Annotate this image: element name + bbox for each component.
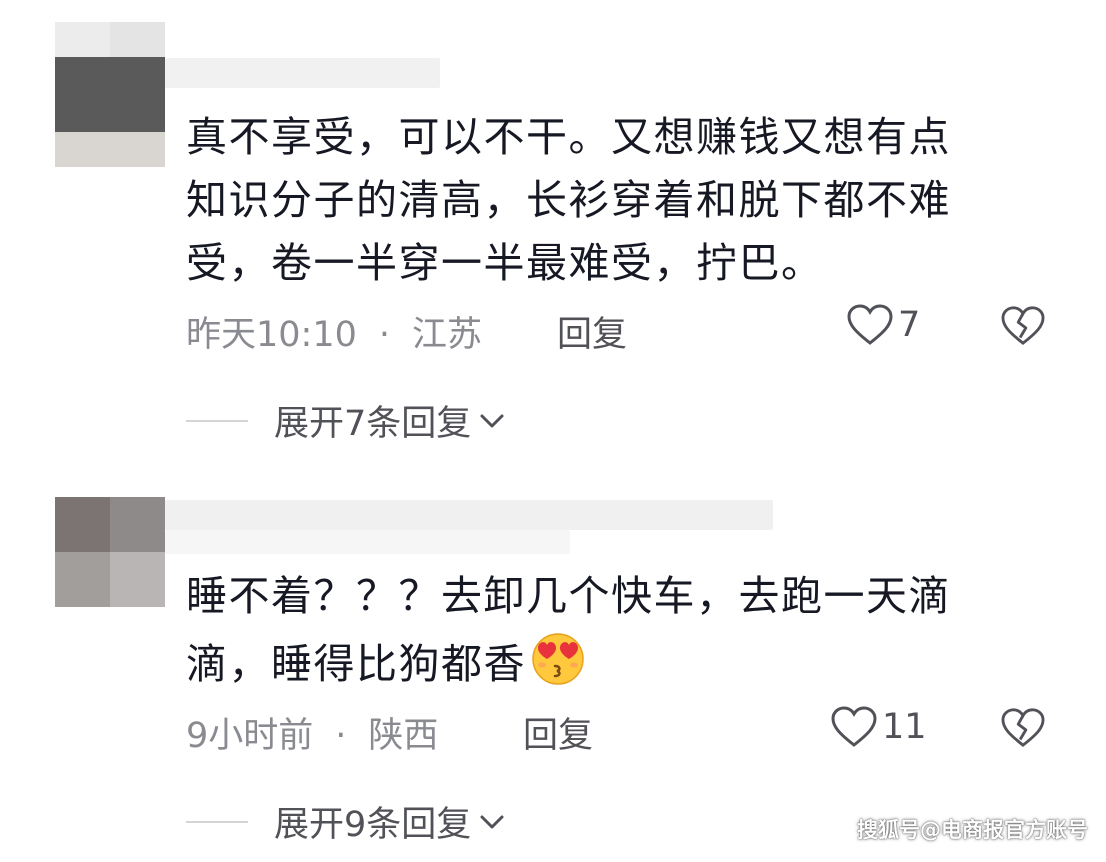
meta-separator: · <box>378 315 391 355</box>
chevron-down-icon <box>480 815 504 828</box>
watermark: 搜狐号@电商报官方账号 <box>857 818 1088 842</box>
like-button[interactable]: 7 <box>846 303 920 347</box>
divider-line <box>186 820 248 823</box>
dislike-button[interactable] <box>1000 305 1046 351</box>
comment-time: 昨天10:10 <box>186 315 357 355</box>
divider-line <box>186 419 248 422</box>
comment-location: 陕西 <box>368 716 439 756</box>
broken-heart-icon <box>1001 708 1045 748</box>
comment-meta: 昨天10:10 · 江苏 <box>186 306 482 357</box>
like-count: 11 <box>882 707 927 747</box>
like-count: 7 <box>898 305 921 345</box>
dislike-button[interactable] <box>1000 707 1046 753</box>
reply-button[interactable]: 回复 <box>523 707 593 758</box>
reply-button[interactable]: 回复 <box>557 306 627 357</box>
comment-time: 9小时前 <box>186 716 314 756</box>
like-button[interactable]: 11 <box>830 705 927 749</box>
broken-heart-icon <box>1001 306 1045 346</box>
avatar[interactable] <box>55 497 165 607</box>
username[interactable] <box>165 58 440 88</box>
comment-text: 睡不着？？？去卸几个快车，去跑一天滴 滴，睡得比狗都香 <box>186 572 951 688</box>
heart-outline-icon <box>831 706 877 747</box>
username[interactable] <box>165 500 773 530</box>
meta-separator: · <box>335 716 347 756</box>
heart-eyes-kiss-emoji <box>532 633 584 685</box>
avatar[interactable] <box>55 22 165 167</box>
expand-replies-button[interactable]: 展开9条回复 <box>186 796 505 847</box>
expand-replies-label: 展开7条回复 <box>274 404 472 444</box>
expand-replies-button[interactable]: 展开7条回复 <box>186 395 505 446</box>
expand-replies-label: 展开9条回复 <box>274 805 472 845</box>
heart-outline-icon <box>847 304 893 345</box>
comment-text: 真不享受，可以不干。又想赚钱又想有点 知识分子的清高，长衫穿着和脱下都不难 受，… <box>186 113 951 287</box>
comment-location: 江苏 <box>412 315 483 355</box>
comment-meta: 9小时前 · 陕西 <box>186 707 438 758</box>
chevron-down-icon <box>480 414 504 427</box>
